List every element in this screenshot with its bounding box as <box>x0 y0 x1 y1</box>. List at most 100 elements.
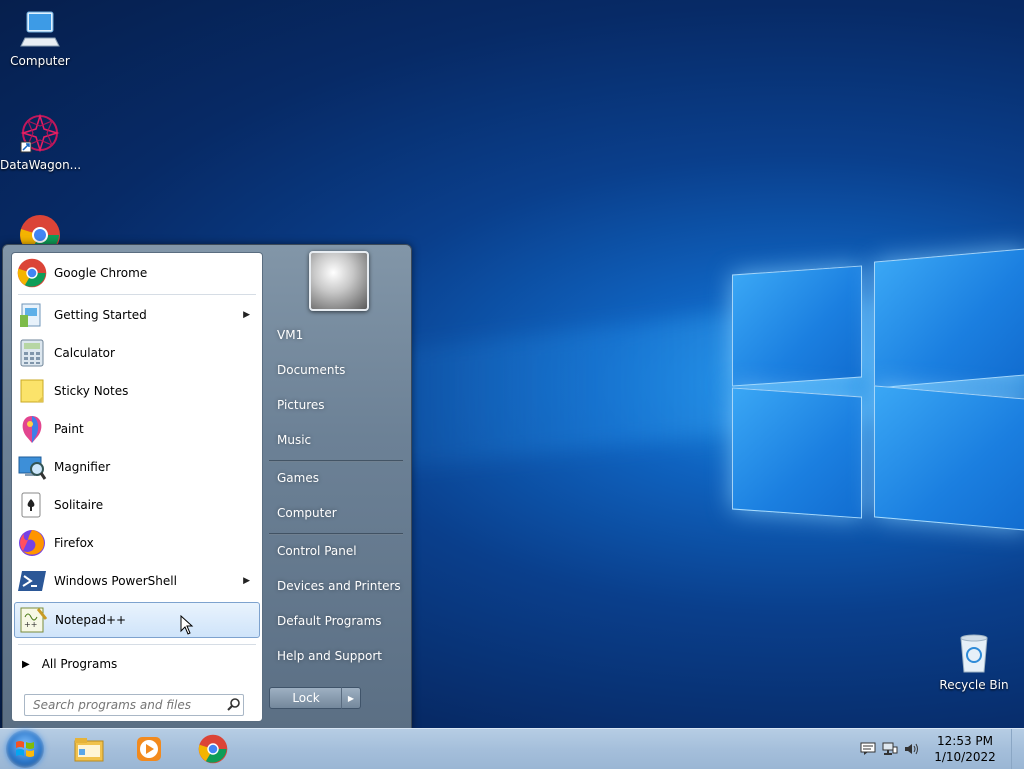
shutdown-options-button[interactable]: ▶ <box>341 687 361 709</box>
start-right-item-devices-and-printers[interactable]: Devices and Printers <box>269 571 413 601</box>
magnifier-icon <box>16 451 48 483</box>
network-icon[interactable] <box>879 738 901 760</box>
program-item-solitaire[interactable]: Solitaire <box>14 488 258 522</box>
chrome-icon <box>198 734 228 764</box>
divider <box>269 460 403 462</box>
file-explorer-icon <box>74 738 104 762</box>
firefox-icon <box>16 527 48 559</box>
start-right-item-default-programs[interactable]: Default Programs <box>269 606 413 636</box>
divider <box>18 294 256 295</box>
clock-time: 12:53 PM <box>937 734 993 748</box>
user-avatar[interactable] <box>309 251 369 311</box>
wallpaper-pane <box>732 265 862 387</box>
computer-icon <box>20 11 60 47</box>
show-desktop-button[interactable] <box>1011 729 1024 769</box>
start-menu-programs-pane: Google Chrome Getting Started ▶ Calculat… <box>11 252 263 722</box>
lock-button-label: Lock <box>292 691 320 705</box>
chrome-icon <box>16 257 48 289</box>
right-item-label: Help and Support <box>277 649 382 663</box>
start-button[interactable] <box>6 730 44 768</box>
clock[interactable]: 12:53 PM 1/10/2022 <box>923 733 1007 765</box>
program-item-label: Firefox <box>54 536 94 550</box>
taskbar-file-explorer-button[interactable] <box>60 731 118 767</box>
right-item-label: Devices and Printers <box>277 579 401 593</box>
desktop-icon-label: Computer <box>10 54 70 68</box>
desktop-icon-computer[interactable]: Computer <box>0 8 80 68</box>
start-right-item-vm1[interactable]: VM1 <box>269 320 413 350</box>
program-item-magnifier[interactable]: Magnifier <box>14 450 258 484</box>
divider <box>269 533 403 535</box>
datawagon-icon <box>20 113 60 153</box>
program-item-notepadpp[interactable]: ++ Notepad++ <box>14 602 260 638</box>
desktop-icon-label: Recycle Bin <box>939 678 1009 692</box>
program-item-windows-powershell[interactable]: Windows PowerShell ▶ <box>14 564 258 598</box>
right-item-label: Pictures <box>277 398 325 412</box>
recycle-bin-icon <box>960 634 988 673</box>
desktop-icon-datawagon[interactable]: DataWagon... <box>0 112 82 172</box>
mouse-cursor-icon <box>180 615 194 635</box>
right-item-label: Games <box>277 471 319 485</box>
start-right-item-control-panel[interactable]: Control Panel <box>269 536 413 566</box>
right-item-label: Control Panel <box>277 544 357 558</box>
right-item-label: VM1 <box>277 328 304 342</box>
taskbar: 12:53 PM 1/10/2022 <box>0 728 1024 769</box>
program-item-label: Windows PowerShell <box>54 574 177 588</box>
right-item-label: Documents <box>277 363 346 377</box>
program-item-label: Paint <box>54 422 84 436</box>
media-player-icon <box>137 737 161 761</box>
calculator-icon <box>16 337 48 369</box>
search-icon[interactable] <box>225 697 243 714</box>
program-item-firefox[interactable]: Firefox <box>14 526 258 560</box>
program-item-calculator[interactable]: Calculator <box>14 336 258 370</box>
expand-arrow-icon: ▶ <box>22 658 30 670</box>
program-item-sticky-notes[interactable]: Sticky Notes <box>14 374 258 408</box>
start-right-item-help-and-support[interactable]: Help and Support <box>269 641 413 671</box>
svg-text:++: ++ <box>24 620 37 629</box>
search-box[interactable] <box>24 694 244 716</box>
right-item-label: Music <box>277 433 312 447</box>
program-item-getting-started[interactable]: Getting Started ▶ <box>14 298 258 332</box>
powershell-icon <box>16 565 48 597</box>
all-programs-button[interactable]: ▶ All Programs <box>16 651 256 677</box>
paint-icon <box>16 413 48 445</box>
program-item-label: Sticky Notes <box>54 384 129 398</box>
program-item-google-chrome[interactable]: Google Chrome <box>14 256 258 290</box>
start-right-item-documents[interactable]: Documents <box>269 355 413 385</box>
submenu-arrow-icon: ▶ <box>243 576 250 586</box>
wallpaper-pane <box>874 385 1024 531</box>
submenu-arrow-icon: ▶ <box>243 310 250 320</box>
volume-icon[interactable] <box>901 738 923 760</box>
lock-button[interactable]: Lock <box>269 687 343 709</box>
program-item-label: Calculator <box>54 346 115 360</box>
system-tray: 12:53 PM 1/10/2022 <box>857 729 1024 769</box>
wallpaper-pane <box>874 248 1024 389</box>
chevron-right-icon: ▶ <box>347 693 355 703</box>
desktop-icon-label: DataWagon... <box>0 158 82 172</box>
taskbar-media-player-button[interactable] <box>120 731 178 767</box>
start-right-item-computer[interactable]: Computer <box>269 498 413 528</box>
start-right-item-pictures[interactable]: Pictures <box>269 390 413 420</box>
divider <box>18 644 256 645</box>
right-item-label: Default Programs <box>277 614 382 628</box>
program-item-paint[interactable]: Paint <box>14 412 258 446</box>
taskbar-chrome-button[interactable] <box>184 731 242 767</box>
all-programs-label: All Programs <box>41 657 118 671</box>
start-right-item-music[interactable]: Music <box>269 425 413 455</box>
getting-started-icon <box>16 299 48 331</box>
search-input[interactable] <box>31 697 225 713</box>
right-item-label: Computer <box>277 506 337 520</box>
desktop-icon-recycle-bin[interactable]: Recycle Bin <box>934 632 1014 692</box>
program-item-label: Getting Started <box>54 308 147 322</box>
notepadpp-icon: ++ <box>17 604 49 636</box>
wallpaper-pane <box>732 387 862 519</box>
program-item-label: Solitaire <box>54 498 104 512</box>
windows-logo-icon <box>16 741 34 757</box>
clock-date: 1/10/2022 <box>934 750 996 764</box>
start-right-item-games[interactable]: Games <box>269 463 413 493</box>
start-menu: Google Chrome Getting Started ▶ Calculat… <box>2 244 412 730</box>
program-item-label: Magnifier <box>54 460 111 474</box>
program-item-label: Notepad++ <box>55 613 127 627</box>
action-center-flag-icon[interactable] <box>857 738 879 760</box>
program-item-label: Google Chrome <box>54 266 148 280</box>
sticky-notes-icon <box>16 375 48 407</box>
